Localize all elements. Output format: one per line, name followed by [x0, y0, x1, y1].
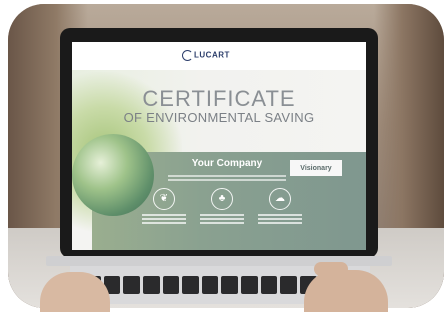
stat-item: ☁	[252, 188, 308, 226]
brand-logo-text: LUCART	[194, 50, 230, 60]
logo-swirl-icon	[182, 50, 193, 61]
leaf-icon: ❦	[153, 188, 175, 210]
partner-logo: Visionary	[290, 160, 342, 176]
stat-item: ♣	[194, 188, 250, 226]
stat-text	[194, 214, 250, 224]
stat-item: ❦	[136, 188, 192, 226]
certificate-subtitle: OF ENVIRONMENTAL SAVING	[123, 110, 315, 125]
brand-logo: LUCART	[182, 50, 230, 61]
stat-text	[136, 214, 192, 224]
right-hand	[304, 262, 388, 312]
company-name: Your Company	[191, 158, 263, 169]
tree-icon: ♣	[211, 188, 233, 210]
laptop-screen: LUCART CERTIFICATE OF ENVIRONMENTAL SAVI…	[72, 42, 366, 250]
stat-text	[252, 214, 308, 224]
cloud-icon: ☁	[269, 188, 291, 210]
logo-bar: LUCART	[72, 42, 366, 70]
company-description	[164, 173, 290, 183]
certificate-title: CERTIFICATE	[142, 86, 296, 111]
finger	[314, 262, 348, 276]
